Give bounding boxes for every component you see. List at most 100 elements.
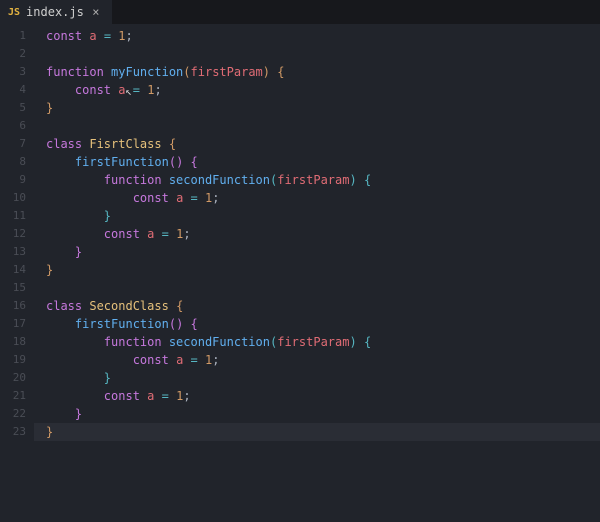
code-token: firstFunction: [75, 155, 169, 169]
code-token: secondFunction: [169, 173, 270, 187]
code-token: [162, 335, 169, 349]
code-token: [46, 191, 133, 205]
code-token: {: [364, 335, 371, 349]
code-token: class: [46, 137, 82, 151]
code-token: firstFunction: [75, 317, 169, 331]
code-token: ): [349, 335, 356, 349]
code-token: =: [162, 227, 169, 241]
code-token: [46, 83, 75, 97]
line-number: 17: [0, 315, 34, 333]
code-line[interactable]: [34, 117, 600, 135]
code-token: (: [169, 317, 176, 331]
line-number: 1: [0, 27, 34, 45]
line-number: 16: [0, 297, 34, 315]
code-token: [46, 227, 104, 241]
code-area: 1234567891011121314151617181920212223 co…: [0, 24, 600, 522]
code-token: }: [75, 407, 82, 421]
code-token: function: [104, 335, 162, 349]
code-line[interactable]: class FisrtClass {: [34, 135, 600, 153]
code-token: [46, 317, 75, 331]
code-line[interactable]: class SecondClass {: [34, 297, 600, 315]
code-token: [169, 353, 176, 367]
code-line[interactable]: [34, 45, 600, 63]
line-number: 12: [0, 225, 34, 243]
code-token: }: [46, 263, 53, 277]
code-line[interactable]: const a = 1;: [34, 351, 600, 369]
code-line[interactable]: }: [34, 261, 600, 279]
code-token: 1: [118, 29, 125, 43]
code-token: [154, 227, 161, 241]
js-file-icon: JS: [8, 7, 20, 18]
code-token: {: [191, 317, 198, 331]
code-token: (: [169, 155, 176, 169]
line-number: 20: [0, 369, 34, 387]
code-line[interactable]: const a = 1;: [34, 387, 600, 405]
code-token: const: [46, 29, 82, 43]
code-line[interactable]: }: [34, 423, 600, 441]
code-token: [183, 191, 190, 205]
line-number: 3: [0, 63, 34, 81]
line-number: 10: [0, 189, 34, 207]
code-token: ;: [154, 83, 161, 97]
code-line[interactable]: const a = 1;: [34, 189, 600, 207]
code-line[interactable]: }: [34, 99, 600, 117]
code-line[interactable]: const a = 1;↖: [34, 81, 600, 99]
code-token: ;: [183, 389, 190, 403]
code-line[interactable]: const a = 1;: [34, 225, 600, 243]
code-line[interactable]: firstFunction() {: [34, 153, 600, 171]
code-line[interactable]: }: [34, 243, 600, 261]
line-number-gutter: 1234567891011121314151617181920212223: [0, 24, 34, 522]
code-line[interactable]: const a = 1;: [34, 27, 600, 45]
tab-index-js[interactable]: JS index.js ×: [0, 0, 112, 24]
code-token: =: [191, 191, 198, 205]
line-number: 18: [0, 333, 34, 351]
code-token: {: [277, 65, 284, 79]
line-number: 6: [0, 117, 34, 135]
code-token: [46, 173, 104, 187]
close-icon[interactable]: ×: [90, 6, 102, 18]
code-token: SecondClass: [89, 299, 168, 313]
code-token: const: [133, 191, 169, 205]
code-token: [46, 353, 133, 367]
code-token: [126, 83, 133, 97]
code-token: [162, 137, 169, 151]
code-content[interactable]: const a = 1; function myFunction(firstPar…: [34, 24, 600, 522]
code-line[interactable]: }: [34, 207, 600, 225]
editor: JS index.js × 12345678910111213141516171…: [0, 0, 600, 522]
code-token: [46, 335, 104, 349]
code-token: ;: [212, 353, 219, 367]
code-token: const: [104, 389, 140, 403]
code-token: secondFunction: [169, 335, 270, 349]
code-line[interactable]: }: [34, 405, 600, 423]
code-token: =: [133, 83, 140, 97]
code-token: (: [183, 65, 190, 79]
code-token: ;: [212, 191, 219, 205]
code-line[interactable]: }: [34, 369, 600, 387]
code-token: }: [75, 245, 82, 259]
line-number: 7: [0, 135, 34, 153]
code-token: [46, 407, 75, 421]
code-token: [154, 389, 161, 403]
code-token: a: [118, 83, 125, 97]
code-token: }: [104, 209, 111, 223]
line-number: 14: [0, 261, 34, 279]
code-token: [357, 173, 364, 187]
code-token: function: [46, 65, 104, 79]
line-number: 5: [0, 99, 34, 117]
code-token: ): [263, 65, 270, 79]
code-token: [97, 29, 104, 43]
code-line[interactable]: function secondFunction(firstParam) {: [34, 333, 600, 351]
code-token: =: [162, 389, 169, 403]
code-line[interactable]: [34, 279, 600, 297]
line-number: 23: [0, 423, 34, 441]
code-line[interactable]: function myFunction(firstParam) {: [34, 63, 600, 81]
code-token: firstParam: [191, 65, 263, 79]
code-line[interactable]: function secondFunction(firstParam) {: [34, 171, 600, 189]
code-token: [46, 209, 104, 223]
line-number: 15: [0, 279, 34, 297]
code-line[interactable]: firstFunction() {: [34, 315, 600, 333]
code-token: }: [46, 425, 53, 439]
code-token: ): [349, 173, 356, 187]
code-token: const: [75, 83, 111, 97]
line-number: 19: [0, 351, 34, 369]
